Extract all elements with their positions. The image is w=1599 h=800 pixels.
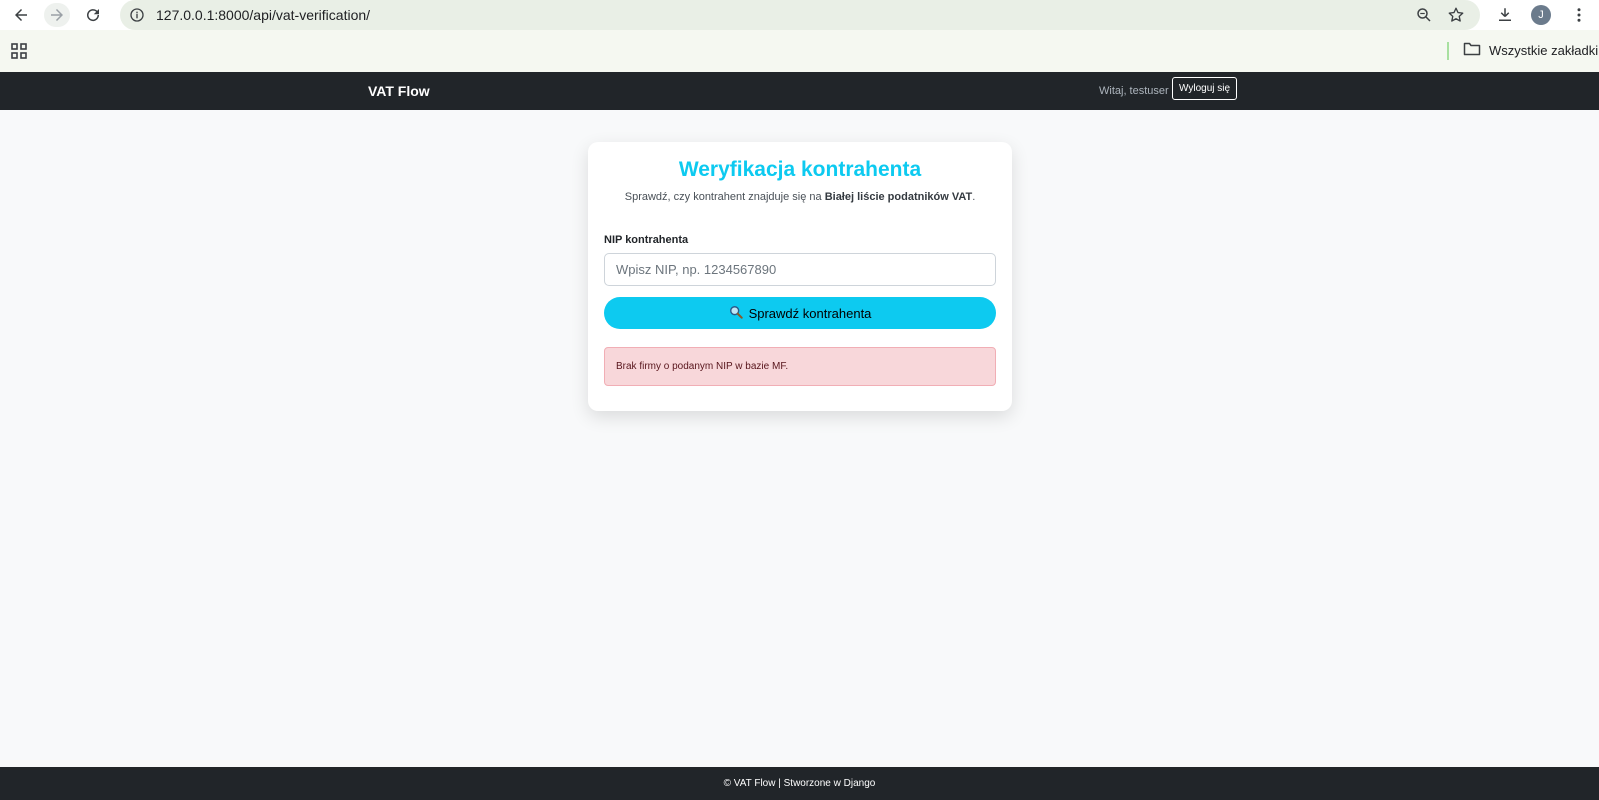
menu-kebab-icon[interactable] (1566, 3, 1592, 27)
welcome-text: Witaj, testuser (1099, 85, 1169, 97)
check-button-label: Sprawdź kontrahenta (748, 305, 872, 321)
logout-button[interactable]: Wyloguj się (1172, 77, 1238, 100)
card-subtitle: Sprawdź, czy kontrahent znajduje się na … (588, 191, 1012, 203)
page-footer: © VAT Flow | Stworzone w Django (0, 767, 1599, 800)
page-title: Weryfikacja kontrahenta (678, 158, 922, 181)
footer-text: © VAT Flow | Stworzone w Django (723, 778, 876, 789)
reload-icon[interactable] (80, 3, 106, 27)
all-bookmarks-label: Wszystkie zakładki (1489, 43, 1599, 58)
verification-card: Weryfikacja kontrahenta Sprawdź, czy kon… (588, 142, 1012, 411)
address-bar[interactable]: 127.0.0.1:8000/api/vat-verification/ (120, 0, 1480, 30)
nip-label: NIP kontrahenta (604, 234, 689, 246)
apps-grid-icon[interactable] (10, 42, 28, 60)
brand-link[interactable]: VAT Flow (368, 83, 430, 99)
all-bookmarks-button[interactable]: Wszystkie zakładki (1463, 41, 1598, 60)
nip-input[interactable] (604, 253, 996, 286)
browser-toolbar: 127.0.0.1:8000/api/vat-verification/ J (0, 0, 1599, 30)
check-contractor-button[interactable]: Sprawdź kontrahenta (604, 297, 996, 329)
zoom-icon[interactable] (1411, 3, 1437, 27)
bookmark-star-icon[interactable] (1443, 3, 1469, 27)
folder-icon (1463, 41, 1481, 60)
subtitle-bold: Białej liście podatników VAT (824, 191, 973, 203)
bookmarks-separator (1447, 42, 1449, 60)
download-icon[interactable] (1492, 3, 1518, 27)
bookmarks-bar: Wszystkie zakładki (0, 30, 1599, 72)
url-text[interactable]: 127.0.0.1:8000/api/vat-verification/ (156, 7, 370, 23)
app-navbar: VAT Flow Witaj, testuser Wyloguj się (0, 72, 1599, 110)
forward-icon[interactable] (44, 3, 70, 27)
error-alert: Brak firmy o podanym NIP w bazie MF. (604, 347, 996, 386)
site-info-icon[interactable] (126, 4, 148, 26)
back-icon[interactable] (8, 3, 34, 27)
profile-avatar[interactable]: J (1531, 5, 1551, 25)
magnifier-icon (729, 305, 743, 322)
subtitle-suffix: . (972, 191, 976, 203)
subtitle-prefix: Sprawdź, czy kontrahent znajduje się na (624, 191, 825, 203)
alert-message: Brak firmy o podanym NIP w bazie MF. (616, 361, 789, 372)
